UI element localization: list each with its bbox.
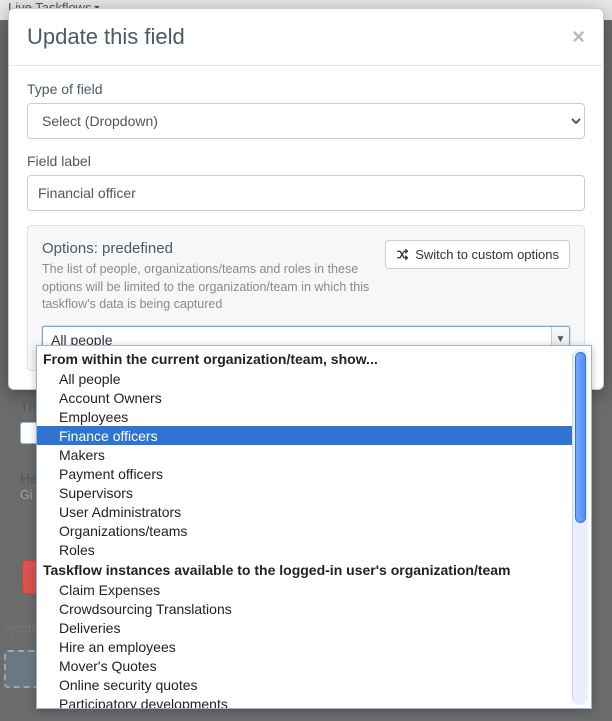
option-item[interactable]: Account Owners: [37, 388, 572, 407]
option-item[interactable]: Employees: [37, 407, 572, 426]
options-help-text: The list of people, organizations/teams …: [42, 261, 375, 314]
option-item[interactable]: Online security quotes: [37, 675, 572, 694]
switch-to-custom-label: Switch to custom options: [415, 247, 559, 262]
option-item[interactable]: Hire an employees: [37, 637, 572, 656]
modal-body: Type of field Select (Dropdown) Field la…: [9, 66, 603, 389]
option-group-label: Taskflow instances available to the logg…: [37, 559, 572, 580]
option-item[interactable]: Deliveries: [37, 618, 572, 637]
field-label-input[interactable]: [27, 175, 585, 211]
option-item[interactable]: Supervisors: [37, 483, 572, 502]
switch-to-custom-button[interactable]: Switch to custom options: [385, 240, 570, 269]
modal-title: Update this field: [27, 24, 185, 50]
option-item[interactable]: Crowdsourcing Translations: [37, 599, 572, 618]
scrollbar-thumb[interactable]: [575, 352, 586, 523]
predefined-options-listbox[interactable]: From within the current organization/tea…: [36, 345, 592, 709]
listbox-scrollbar[interactable]: [572, 349, 588, 705]
shuffle-icon: [396, 248, 409, 261]
modal-header: Update this field ×: [9, 9, 603, 66]
option-item[interactable]: Makers: [37, 445, 572, 464]
option-group-label: From within the current organization/tea…: [37, 348, 572, 369]
option-item[interactable]: Mover's Quotes: [37, 656, 572, 675]
option-item[interactable]: Participatory developments: [37, 694, 572, 708]
option-item[interactable]: Roles: [37, 540, 572, 559]
option-item[interactable]: Organizations/teams: [37, 521, 572, 540]
option-item[interactable]: Payment officers: [37, 464, 572, 483]
option-item[interactable]: User Administrators: [37, 502, 572, 521]
close-icon[interactable]: ×: [572, 26, 585, 48]
type-of-field-select[interactable]: Select (Dropdown): [27, 103, 585, 139]
update-field-modal: Update this field × Type of field Select…: [8, 8, 604, 390]
type-of-field-label: Type of field: [27, 81, 585, 97]
option-item[interactable]: Claim Expenses: [37, 580, 572, 599]
field-label-label: Field label: [27, 153, 585, 169]
option-item[interactable]: All people: [37, 369, 572, 388]
option-item[interactable]: Finance officers: [37, 426, 572, 445]
options-heading: Options: predefined: [42, 240, 375, 257]
